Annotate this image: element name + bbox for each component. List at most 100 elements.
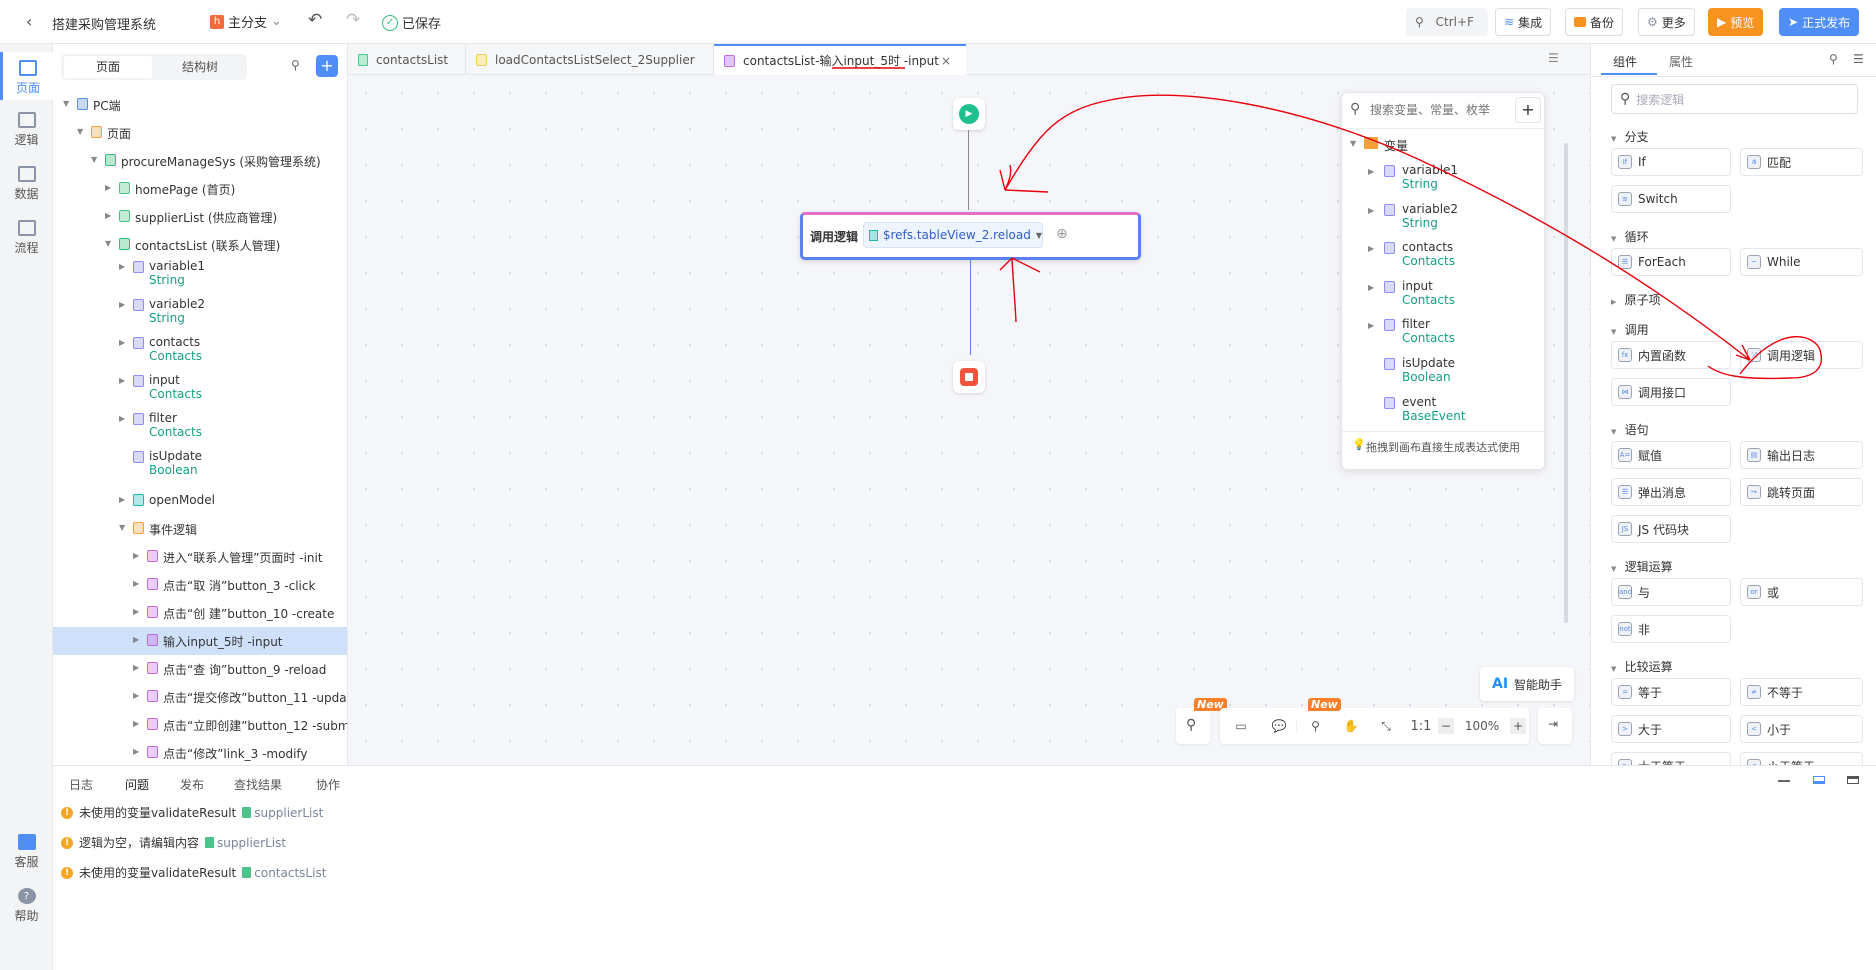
component-item[interactable]: ↪ 跳转页面	[1740, 478, 1863, 506]
issue-row[interactable]: ! 未使用的变量validateResult supplierList	[61, 804, 323, 821]
locate-icon[interactable]: ⊕	[1056, 226, 1068, 242]
tab-load-contacts[interactable]: loadContactsListSelect_2Supplier	[466, 44, 714, 75]
variable-item[interactable]: ▶ input Contacts	[1342, 279, 1542, 317]
tree-item[interactable]: ▼ 页面	[53, 119, 347, 147]
back-icon[interactable]: ‹	[26, 12, 32, 31]
component-item[interactable]: ⤨ 调用逻辑	[1740, 341, 1863, 369]
caret-right-icon[interactable]: ▶	[133, 691, 139, 700]
tree-item[interactable]: ▶ 点击“提交修改”button_11 -update	[53, 683, 347, 711]
tree-item[interactable]: ▶ filter Contacts	[53, 411, 347, 449]
tab-input-logic[interactable]: contactsList-输入input_5时 -input ×	[714, 44, 966, 75]
component-item[interactable]: ☰ ForEach	[1611, 248, 1731, 276]
variable-item[interactable]: ▶ contacts Contacts	[1342, 240, 1542, 278]
tree-item[interactable]: ▶ variable1 String	[53, 259, 347, 297]
logic-canvas[interactable]: ▶ 调用逻辑 $refs.tableView_2.reload ▼ ⊕ ⚲ + ▼…	[348, 75, 1590, 765]
caret-right-icon[interactable]: ▶	[1368, 283, 1374, 292]
caret-right-icon[interactable]: ▶	[133, 635, 139, 644]
tab-components[interactable]: 组件	[1613, 53, 1637, 70]
component-item[interactable]: and 与	[1611, 578, 1731, 606]
caret-right-icon[interactable]: ▶	[1368, 167, 1374, 176]
component-item[interactable]: ~ While	[1740, 248, 1863, 276]
tree-item[interactable]: ▼ contactsList (联系人管理)	[53, 231, 347, 259]
caret-right-icon[interactable]: ▶	[133, 579, 139, 588]
tree-item[interactable]: ▶ input Contacts	[53, 373, 347, 411]
caret-right-icon[interactable]: ▶	[119, 338, 125, 347]
redo-icon[interactable]: ↷	[346, 10, 360, 30]
section-header[interactable]: ▼ 调用	[1611, 321, 1649, 338]
caret-right-icon[interactable]: ▶	[119, 376, 125, 385]
call-logic-node[interactable]: 调用逻辑 $refs.tableView_2.reload ▼ ⊕	[800, 212, 1141, 260]
caret-right-icon[interactable]: ▶	[133, 719, 139, 728]
variable-item[interactable]: event BaseEvent	[1342, 395, 1542, 433]
component-item[interactable]: < 小于	[1740, 715, 1863, 743]
caret-right-icon[interactable]: ▶	[1368, 244, 1374, 253]
component-item[interactable]: ≠ 不等于	[1740, 678, 1863, 706]
start-node[interactable]: ▶	[953, 98, 985, 130]
tree-item[interactable]: ▼ 事件逻辑	[53, 515, 347, 543]
issue-source-link[interactable]: supplierList	[242, 806, 323, 820]
tree-item[interactable]: ▼ procureManageSys (采购管理系统)	[53, 147, 347, 175]
caret-right-icon[interactable]: ▶	[133, 551, 139, 560]
tab-properties[interactable]: 属性	[1669, 53, 1693, 70]
ai-assistant-button[interactable]: AI 智能助手	[1480, 667, 1574, 701]
component-item[interactable]: A= 赋值	[1611, 441, 1731, 469]
tree-item[interactable]: ▶ 点击“取 消”button_3 -click	[53, 571, 347, 599]
component-item[interactable]: JS JS 代码块	[1611, 515, 1731, 543]
add-button[interactable]: +	[316, 55, 338, 77]
tree-item[interactable]: ▶ 点击“创 建”button_10 -create	[53, 599, 347, 627]
component-item[interactable]: ≥大于等于	[1611, 752, 1731, 765]
caret-right-icon[interactable]: ▶	[1368, 321, 1374, 330]
hand-icon[interactable]: ✋	[1334, 719, 1368, 733]
tree-item[interactable]: ▶ 进入“联系人管理”页面时 -init	[53, 543, 347, 571]
collapse-panel-button[interactable]: ⇥	[1538, 708, 1572, 744]
caret-right-icon[interactable]: ▶	[133, 747, 139, 756]
caret-right-icon[interactable]: ▶	[133, 607, 139, 616]
component-item[interactable]: not 非	[1611, 615, 1731, 643]
rail-item-flow[interactable]: 流程	[0, 220, 53, 256]
search-icon[interactable]: ⚲	[291, 58, 300, 72]
more-button[interactable]: ⚙ 更多	[1638, 8, 1695, 36]
caret-right-icon[interactable]: ▶	[133, 663, 139, 672]
bottom-tab[interactable]: 问题	[125, 776, 149, 793]
actual-size-button[interactable]: 1:1	[1404, 719, 1438, 734]
component-item[interactable]: fx 内置函数	[1611, 341, 1731, 369]
fit-icon[interactable]: ⤡	[1368, 719, 1404, 734]
undo-icon[interactable]: ↶	[308, 10, 322, 30]
location-icon[interactable]: ⚲	[1296, 719, 1334, 733]
logic-search-input[interactable]: ⚲ 搜索逻辑	[1611, 84, 1858, 114]
caret-right-icon[interactable]: ▶	[1368, 206, 1374, 215]
tree-item[interactable]: ▶ 点击“修改”link_3 -modify	[53, 739, 347, 765]
tree-item[interactable]: ▶ 输入input_5时 -input	[53, 627, 347, 655]
variable-search-input[interactable]	[1370, 99, 1510, 121]
caret-down-icon[interactable]: ▼	[77, 127, 83, 136]
issue-source-link[interactable]: contactsList	[242, 866, 326, 880]
bottom-tab[interactable]: 日志	[69, 776, 93, 793]
tree-item[interactable]: ▶ contacts Contacts	[53, 335, 347, 373]
caret-right-icon[interactable]: ▶	[105, 211, 111, 220]
section-header[interactable]: ▼ 逻辑运算	[1611, 558, 1673, 575]
caret-down-icon[interactable]: ▼	[119, 523, 125, 532]
tree-item[interactable]: ▶ supplierList (供应商管理)	[53, 203, 347, 231]
caret-down-icon[interactable]: ▼	[105, 239, 111, 248]
rail-item-logic[interactable]: 逻辑	[0, 112, 53, 148]
tree-item[interactable]: ▶ 点击“查 询”button_9 -reload	[53, 655, 347, 683]
component-item[interactable]: = 等于	[1611, 678, 1731, 706]
zoom-in-button[interactable]: +	[1510, 718, 1526, 734]
integrate-button[interactable]: ≋ 集成	[1495, 8, 1552, 36]
variable-item[interactable]: ▶ filter Contacts	[1342, 317, 1542, 355]
maximize-icon[interactable]	[1847, 776, 1859, 784]
section-header[interactable]: ▼ 分支	[1611, 128, 1649, 145]
help-button[interactable]: ? 帮助	[0, 888, 53, 924]
section-header[interactable]: ▶ 原子项	[1611, 291, 1661, 308]
section-header[interactable]: ▼ 语句	[1611, 421, 1649, 438]
backup-button[interactable]: 备份	[1565, 8, 1624, 36]
tab-structure[interactable]: 结构树	[156, 56, 244, 78]
component-item[interactable]: ⋔ 匹配	[1740, 148, 1863, 176]
caret-down-icon[interactable]: ▼	[91, 155, 97, 164]
comment-icon[interactable]: 💬	[1262, 719, 1296, 733]
variable-item[interactable]: ▶ variable2 String	[1342, 202, 1542, 240]
canvas-scrollbar[interactable]	[1564, 143, 1568, 623]
search-icon[interactable]: ⚲	[1829, 52, 1838, 66]
caret-right-icon[interactable]: ▶	[105, 183, 111, 192]
tree-item[interactable]: isUpdate Boolean	[53, 449, 347, 487]
